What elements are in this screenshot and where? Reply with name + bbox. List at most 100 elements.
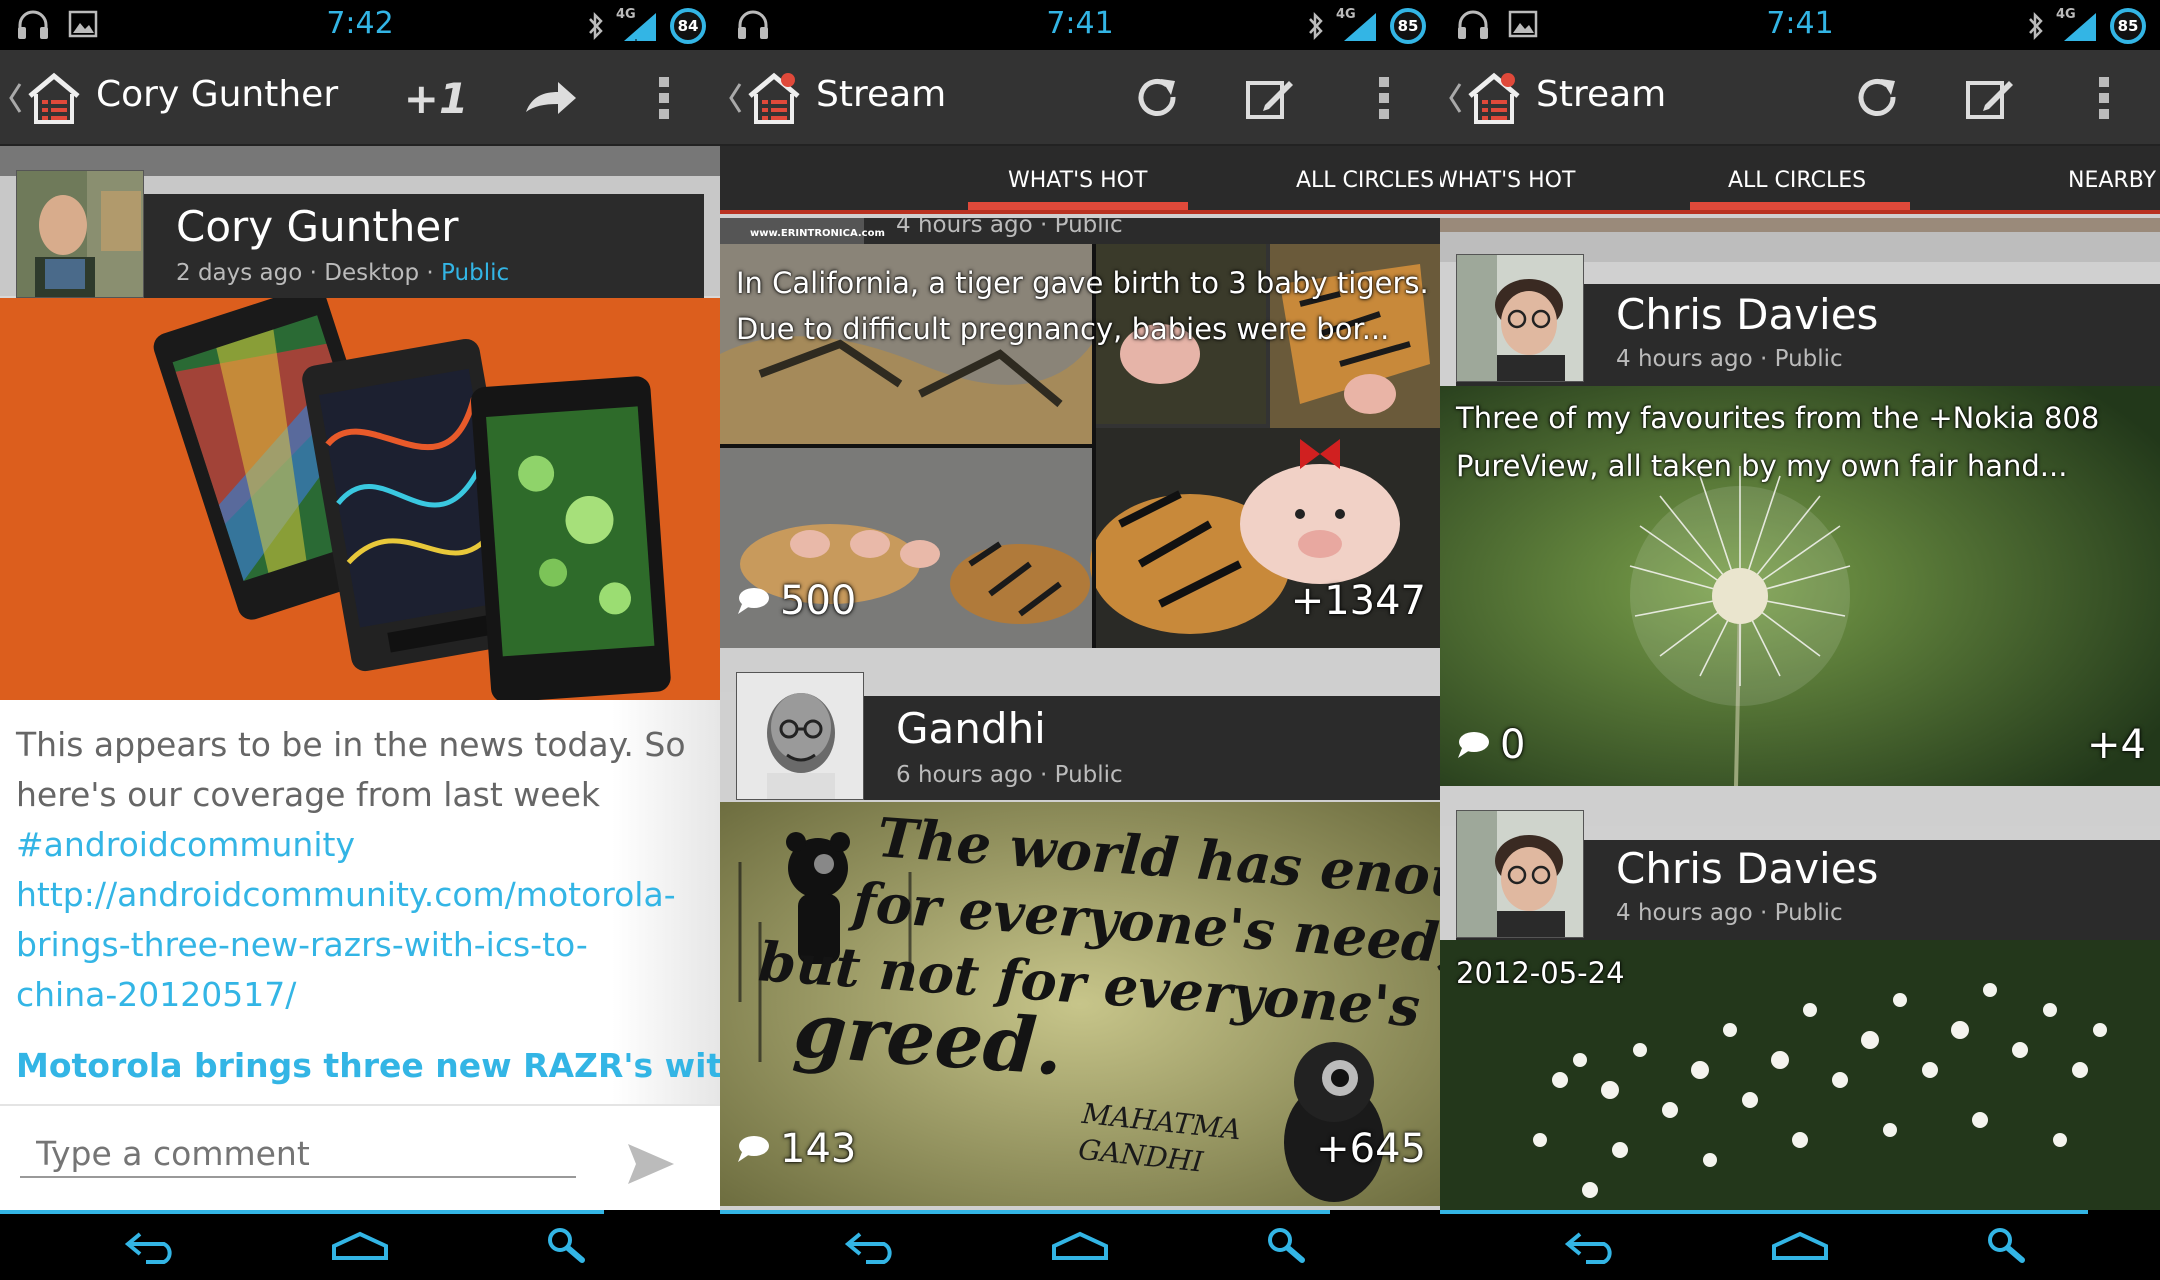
search-icon [1268, 1228, 1305, 1263]
back-button[interactable] [1554, 1224, 1634, 1268]
search-button[interactable] [526, 1224, 606, 1268]
back-icon [844, 1232, 892, 1264]
post-photo-collage[interactable]: In California, a tiger gave birth to 3 b… [720, 244, 1440, 648]
screen-post-detail: 7:42 4G 84 Cory Gunther +1 Cory Gunther … [0, 0, 720, 1280]
active-tab-indicator [1690, 202, 1910, 210]
plus-one-count[interactable]: +1347 [1291, 578, 1426, 624]
compose-button[interactable] [1962, 72, 2018, 124]
post-header: Chris Davies 4 hours ago · Public [1456, 810, 2160, 940]
send-button[interactable] [626, 1142, 676, 1190]
network-type: 4G [2056, 7, 2076, 22]
post-photo[interactable]: The world has enough for everyone's need… [720, 802, 1440, 1206]
post-author[interactable]: Chris Davies [1616, 290, 1878, 339]
active-tab-indicator [968, 202, 1188, 210]
app-home-icon[interactable] [744, 68, 804, 128]
post-photo[interactable] [0, 298, 720, 700]
home-button[interactable] [320, 1224, 400, 1268]
post-meta: 4 hours ago · Public [1616, 346, 1843, 372]
plus-one-button[interactable]: +1 [404, 72, 468, 124]
avatar[interactable] [1456, 810, 1584, 938]
post-meta: 4 hours ago · Public [896, 218, 1123, 238]
home-icon [1772, 1231, 1828, 1260]
comment-count-value: 0 [1500, 722, 1526, 768]
post-meta: 2 days ago · Desktop · Public [176, 260, 510, 286]
battery-icon: 84 [670, 8, 706, 44]
post-author[interactable]: Cory Gunther [176, 202, 458, 251]
overflow-menu-button[interactable] [1356, 72, 1412, 124]
share-button[interactable] [522, 72, 578, 124]
home-button[interactable] [1040, 1224, 1120, 1268]
action-bar-title: Cory Gunther [96, 74, 339, 115]
comment-bar [0, 1104, 720, 1210]
nav-glow [1440, 1210, 2088, 1214]
post-photo[interactable]: 2012-05-24 [1440, 940, 2160, 1210]
plus-one-count[interactable]: +4 [2087, 722, 2146, 768]
compose-button[interactable] [1242, 72, 1298, 124]
refresh-button[interactable] [1130, 72, 1186, 124]
previous-post-meta: www.ERINTRONICA.com 4 hours ago · Public [720, 218, 1440, 244]
navigation-bar [1440, 1210, 2160, 1280]
plus-one-label: +1 [403, 73, 469, 123]
send-icon [628, 1144, 674, 1184]
overflow-icon [2098, 77, 2110, 119]
post-url-line[interactable]: brings-three-new-razrs-with-ics-to- [16, 920, 686, 970]
plus-one-count[interactable]: +645 [1316, 1126, 1426, 1172]
tab-all-circles[interactable]: ALL CIRCLES [1296, 168, 1434, 193]
comment-count[interactable]: 500 [736, 578, 856, 624]
search-button[interactable] [1966, 1224, 2046, 1268]
post-date-caption: 2012-05-24 [1456, 956, 1625, 990]
action-bar: Stream [720, 50, 1440, 146]
post-meta: 4 hours ago · Public [1616, 900, 1843, 926]
comment-bubble-icon [738, 588, 769, 614]
app-home-icon[interactable] [1464, 68, 1524, 128]
post-url-line[interactable]: china-20120517/ [16, 970, 686, 1020]
up-caret-icon[interactable] [1448, 80, 1462, 116]
screenshot-collage: 7:42 4G 84 Cory Gunther +1 Cory Gunther … [0, 0, 2160, 1280]
signal-strength-icon: 4G [616, 7, 660, 43]
stream-tabs: WHAT'S HOT ALL CIRCLES [720, 146, 1440, 214]
refresh-icon [1858, 79, 1896, 116]
network-type: 4G [1336, 7, 1356, 22]
avatar[interactable] [1456, 254, 1584, 382]
overflow-menu-button[interactable] [636, 72, 692, 124]
hashtag-link[interactable]: #androidcommunity [16, 820, 686, 870]
link-preview-title[interactable]: Motorola brings three new RAZR's with [16, 1046, 720, 1085]
up-caret-icon[interactable] [8, 80, 22, 116]
refresh-button[interactable] [1850, 72, 1906, 124]
avatar[interactable] [736, 672, 864, 800]
battery-icon: 85 [1390, 8, 1426, 44]
bluetooth-icon [2026, 11, 2046, 41]
tab-whats-hot[interactable]: WHAT'S HOT [1008, 168, 1147, 193]
post-url-line[interactable]: http://androidcommunity.com/motorola- [16, 870, 686, 920]
post-photo[interactable]: Three of my favourites from the +Nokia 8… [1440, 386, 2160, 786]
app-home-icon[interactable] [24, 68, 84, 128]
comment-count[interactable]: 0 [1456, 722, 1525, 768]
battery-level: 85 [2117, 17, 2139, 35]
comment-count-value: 500 [780, 578, 857, 624]
comment-count[interactable]: 143 [736, 1126, 856, 1172]
tab-whats-hot[interactable]: WHAT'S HOT [1440, 168, 1575, 193]
back-button[interactable] [114, 1224, 194, 1268]
action-bar-title: Stream [1536, 74, 1667, 115]
search-icon [1988, 1228, 2025, 1263]
signal-strength-icon: 4G [2056, 7, 2100, 43]
avatar[interactable] [16, 170, 144, 298]
post-caption-line: Three of my favourites from the +Nokia 8… [1456, 401, 2100, 435]
up-caret-icon[interactable] [728, 80, 742, 116]
post-visibility[interactable]: Public [441, 260, 509, 286]
post-caption-line: In California, a tiger gave birth to 3 b… [736, 266, 1429, 300]
post-author[interactable]: Gandhi [896, 704, 1046, 753]
home-button[interactable] [1760, 1224, 1840, 1268]
overflow-menu-button[interactable] [2076, 72, 2132, 124]
nav-glow [720, 1210, 1330, 1214]
comment-input[interactable] [20, 1130, 576, 1178]
post-author[interactable]: Chris Davies [1616, 844, 1878, 893]
tab-all-circles[interactable]: ALL CIRCLES [1728, 168, 1866, 193]
tab-nearby[interactable]: NEARBY [2068, 168, 2156, 193]
search-button[interactable] [1246, 1224, 1326, 1268]
back-button[interactable] [834, 1224, 914, 1268]
back-icon [124, 1232, 172, 1264]
search-icon [548, 1228, 585, 1263]
refresh-icon [1138, 79, 1176, 116]
post-header: Chris Davies 4 hours ago · Public [1456, 254, 2160, 386]
